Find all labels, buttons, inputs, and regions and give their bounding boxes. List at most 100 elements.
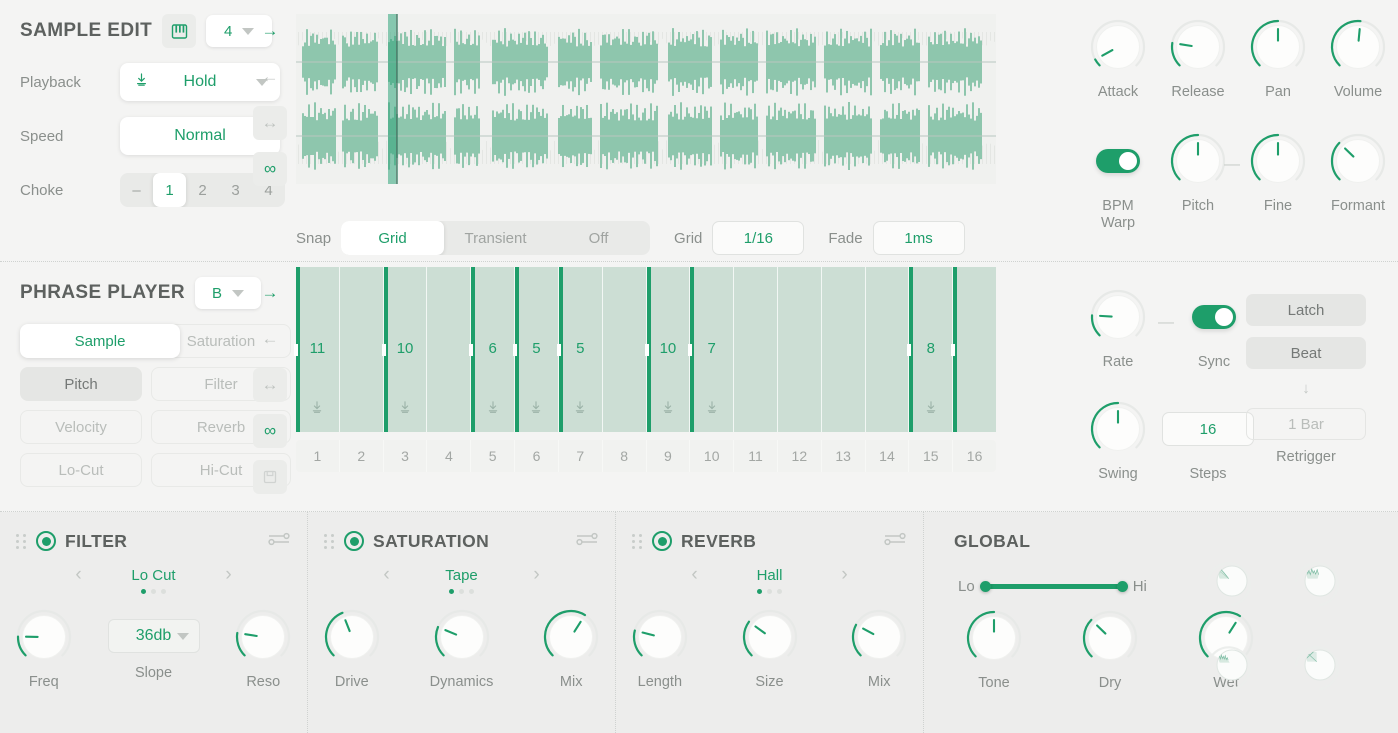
mix-knob[interactable] bbox=[542, 608, 600, 666]
sequencer-step-7[interactable]: 5 bbox=[556, 267, 603, 432]
trigger-download-icon[interactable] bbox=[471, 400, 514, 419]
trigger-download-icon[interactable] bbox=[384, 400, 427, 419]
sequencer-step-16[interactable] bbox=[951, 267, 996, 432]
infinity-icon[interactable]: ∞ bbox=[253, 152, 287, 186]
step-label-3[interactable]: 3 bbox=[384, 440, 428, 472]
power-toggle-icon[interactable] bbox=[652, 531, 672, 551]
snap-segmented-control[interactable]: Grid Transient Off bbox=[341, 221, 651, 255]
range-track[interactable] bbox=[979, 581, 1128, 592]
trigger-download-icon[interactable] bbox=[515, 400, 558, 419]
piano-icon[interactable] bbox=[162, 14, 197, 48]
choke-option-2[interactable]: 2 bbox=[186, 173, 219, 207]
range-handle-low[interactable] bbox=[979, 581, 991, 592]
sequencer-step-1[interactable]: 11 bbox=[294, 267, 340, 432]
fade-value-field[interactable]: 1ms bbox=[872, 221, 965, 255]
sequencer-step-3[interactable]: 10 bbox=[381, 267, 428, 432]
beat-button[interactable]: Beat bbox=[1246, 337, 1366, 369]
slope-dropdown[interactable]: 36db bbox=[107, 619, 200, 653]
range-handle-high[interactable] bbox=[1116, 581, 1128, 592]
note-handle[interactable] bbox=[951, 343, 956, 356]
formant-knob[interactable] bbox=[1329, 132, 1387, 190]
phrase-tab-lo-cut[interactable]: Lo-Cut bbox=[20, 453, 142, 487]
fine-knob[interactable] bbox=[1249, 132, 1307, 190]
power-toggle-icon[interactable] bbox=[344, 531, 364, 551]
step-label-13[interactable]: 13 bbox=[822, 440, 866, 472]
step-label-9[interactable]: 9 bbox=[647, 440, 691, 472]
trigger-download-icon[interactable] bbox=[909, 400, 952, 419]
preset-prev-icon[interactable]: ‹ bbox=[675, 564, 715, 586]
arrow-left-icon[interactable]: ← bbox=[253, 60, 287, 94]
step-label-6[interactable]: 6 bbox=[515, 440, 559, 472]
pan-knob[interactable] bbox=[1249, 18, 1307, 76]
step-label-4[interactable]: 4 bbox=[427, 440, 472, 472]
power-toggle-icon[interactable] bbox=[36, 531, 56, 551]
trigger-download-icon[interactable] bbox=[647, 400, 690, 419]
phrase-sequencer-grid[interactable]: 11 10 6 5 5 10 7 8 bbox=[294, 267, 996, 432]
step-label-11[interactable]: 11 bbox=[734, 440, 778, 472]
step-label-14[interactable]: 14 bbox=[866, 440, 910, 472]
pitch-knob[interactable] bbox=[1169, 132, 1227, 190]
length-knob[interactable] bbox=[631, 608, 689, 666]
waveform-viz-icon[interactable] bbox=[1291, 552, 1349, 610]
phrase-tab-sample[interactable]: Sample bbox=[20, 324, 180, 358]
bpm-warp-toggle[interactable] bbox=[1096, 149, 1140, 173]
arrows-horizontal-icon[interactable]: ↔ bbox=[253, 368, 287, 402]
snap-option-grid[interactable]: Grid bbox=[341, 221, 445, 255]
spectrum-viz-icon[interactable] bbox=[1203, 636, 1261, 694]
drag-handle-icon[interactable] bbox=[324, 533, 335, 549]
sync-toggle[interactable] bbox=[1192, 305, 1236, 329]
size-knob[interactable] bbox=[741, 608, 799, 666]
arrow-right-icon[interactable]: → bbox=[253, 276, 287, 310]
swing-knob[interactable] bbox=[1089, 400, 1147, 458]
step-label-7[interactable]: 7 bbox=[559, 440, 603, 472]
settings-sliders-icon[interactable] bbox=[267, 531, 291, 552]
save-icon[interactable] bbox=[253, 460, 287, 494]
tone-knob[interactable] bbox=[965, 609, 1023, 667]
release-knob[interactable] bbox=[1169, 18, 1227, 76]
sequencer-step-13[interactable] bbox=[822, 267, 866, 432]
settings-sliders-icon[interactable] bbox=[883, 531, 907, 552]
sequencer-step-4[interactable] bbox=[427, 267, 472, 432]
reso-knob[interactable] bbox=[234, 608, 292, 666]
choke-option-1[interactable]: 1 bbox=[153, 173, 186, 207]
step-label-12[interactable]: 12 bbox=[778, 440, 822, 472]
phrase-tab-velocity[interactable]: Velocity bbox=[20, 410, 142, 444]
preset-next-icon[interactable]: › bbox=[209, 564, 249, 586]
crossfade-viz-icon[interactable] bbox=[1291, 636, 1349, 694]
trigger-download-icon[interactable] bbox=[296, 400, 339, 419]
settings-sliders-icon[interactable] bbox=[575, 531, 599, 552]
attack-knob[interactable] bbox=[1089, 18, 1147, 76]
steps-value-field[interactable]: 16 bbox=[1162, 412, 1254, 446]
sequencer-step-12[interactable] bbox=[778, 267, 822, 432]
grid-value-field[interactable]: 1/16 bbox=[712, 221, 805, 255]
sequencer-step-10[interactable]: 7 bbox=[688, 267, 735, 432]
arrow-left-icon[interactable]: ← bbox=[253, 322, 287, 356]
drag-handle-icon[interactable] bbox=[632, 533, 643, 549]
choke-option-–[interactable]: – bbox=[120, 173, 153, 207]
phrase-tab-pitch[interactable]: Pitch bbox=[20, 367, 142, 401]
step-label-15[interactable]: 15 bbox=[909, 440, 954, 472]
sequencer-step-2[interactable] bbox=[340, 267, 384, 432]
mix-knob[interactable] bbox=[850, 608, 908, 666]
trigger-download-icon[interactable] bbox=[690, 400, 733, 419]
sequencer-step-15[interactable]: 8 bbox=[907, 267, 954, 432]
curve-down-viz-icon[interactable] bbox=[1203, 552, 1261, 610]
trigger-download-icon[interactable] bbox=[559, 400, 602, 419]
waveform-display[interactable] bbox=[296, 14, 996, 184]
infinity-icon[interactable]: ∞ bbox=[253, 414, 287, 448]
step-number-bar[interactable]: 1 2 3 4 5 6 7 8 9 10 11 12 13 14 15 16 bbox=[296, 440, 996, 472]
sequencer-step-8[interactable] bbox=[603, 267, 647, 432]
dynamics-knob[interactable] bbox=[433, 608, 491, 666]
arrow-right-icon[interactable]: → bbox=[253, 14, 287, 48]
step-label-16[interactable]: 16 bbox=[953, 440, 996, 472]
step-label-1[interactable]: 1 bbox=[296, 440, 340, 472]
volume-knob[interactable] bbox=[1329, 18, 1387, 76]
sequencer-step-14[interactable] bbox=[866, 267, 910, 432]
retrigger-value-field[interactable]: 1 Bar bbox=[1246, 408, 1366, 440]
arrows-horizontal-icon[interactable]: ↔ bbox=[253, 106, 287, 140]
dry-knob[interactable] bbox=[1081, 609, 1139, 667]
sequencer-step-6[interactable]: 5 bbox=[513, 267, 559, 432]
freq-knob[interactable] bbox=[15, 608, 73, 666]
step-label-8[interactable]: 8 bbox=[603, 440, 647, 472]
preset-next-icon[interactable]: › bbox=[825, 564, 865, 586]
